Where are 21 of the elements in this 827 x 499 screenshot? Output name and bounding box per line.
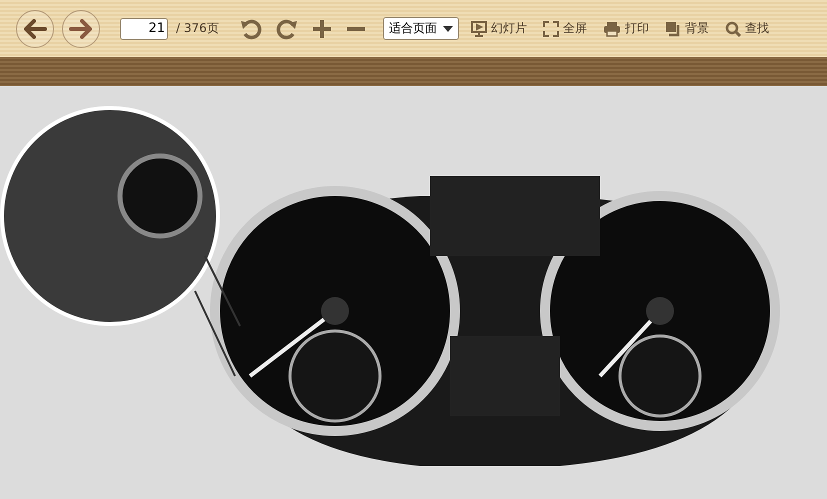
presentation-screen-icon (470, 20, 487, 36)
caret-icon (442, 26, 453, 32)
printer-icon (602, 20, 621, 36)
zoom-in-icon[interactable] (310, 18, 333, 40)
arrow-left-icon (22, 18, 48, 40)
rotate-left-icon[interactable] (238, 16, 263, 40)
expand-corners-icon (542, 20, 559, 36)
slideshow-button[interactable]: 幻灯片 (466, 20, 531, 37)
arrow-right-icon (68, 18, 94, 40)
rotate-right-icon[interactable] (274, 16, 299, 40)
search-icon (724, 20, 741, 36)
background-button[interactable]: 背景 (660, 20, 713, 37)
zoom-dropdown[interactable]: 适合页面 (382, 17, 459, 40)
search-button[interactable]: 查找 (720, 20, 773, 37)
page-number-field[interactable]: 21 (120, 18, 168, 40)
back-button[interactable] (16, 10, 54, 48)
page-count: / 376页 (176, 20, 219, 37)
forward-button[interactable] (62, 10, 100, 48)
print-button[interactable]: 打印 (598, 20, 653, 37)
fullscreen-button[interactable]: 全屏 (538, 20, 591, 37)
layers-icon (664, 20, 681, 36)
